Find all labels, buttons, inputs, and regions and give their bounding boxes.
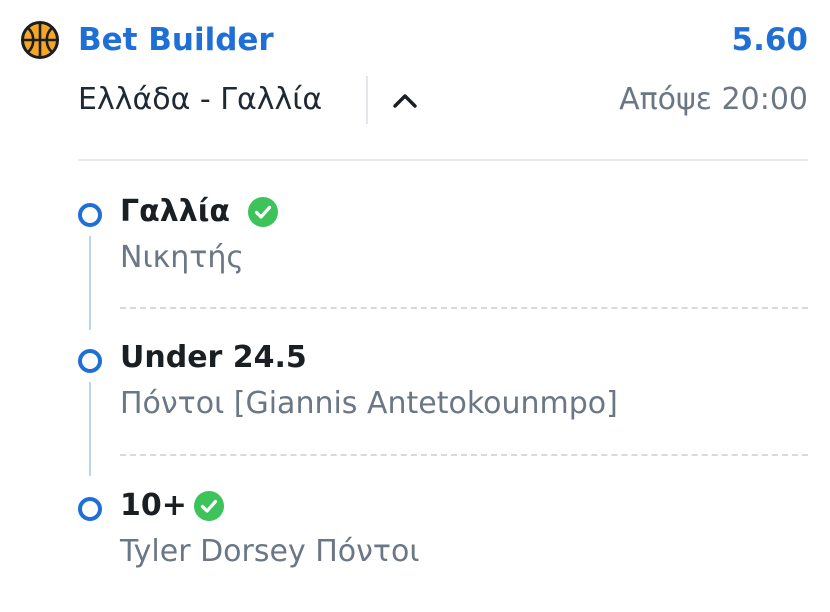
selection-item: Under 24.5 Πόντοι [Giannis Antetokounmpo… <box>76 338 808 438</box>
selection-market: Πόντοι [Giannis Antetokounmpo] <box>120 386 618 421</box>
selection-market: Νικητής <box>120 240 244 275</box>
match-row: Ελλάδα - Γαλλία Απόψε 20:00 <box>78 76 808 126</box>
selection-title: 10+ <box>120 488 187 523</box>
match-name: Ελλάδα - Γαλλία <box>78 82 323 117</box>
selection-title: Under 24.5 <box>120 340 307 375</box>
selection-title: Γαλλία <box>120 194 230 229</box>
selection-dot <box>78 203 102 227</box>
basketball-icon <box>21 21 59 59</box>
collapse-button[interactable] <box>378 82 432 118</box>
selection-divider <box>120 454 808 456</box>
header-divider <box>78 159 808 161</box>
selection-item: 10+ Tyler Dorsey Πόντοι <box>76 486 808 586</box>
selection-market: Tyler Dorsey Πόντοι <box>120 534 420 569</box>
chevron-up-icon <box>393 94 417 108</box>
match-time: Απόψε 20:00 <box>619 82 808 117</box>
vertical-divider <box>366 76 368 124</box>
bet-builder-header: Bet Builder 5.60 <box>20 18 808 62</box>
selection-divider <box>120 307 808 309</box>
selection-dot <box>78 497 102 521</box>
selection-dot <box>78 349 102 373</box>
check-circle-icon <box>194 491 224 521</box>
selection-item: Γαλλία Νικητής <box>76 192 808 292</box>
check-circle-icon <box>248 197 278 227</box>
bet-builder-title: Bet Builder <box>78 22 274 58</box>
total-odds: 5.60 <box>731 22 809 58</box>
